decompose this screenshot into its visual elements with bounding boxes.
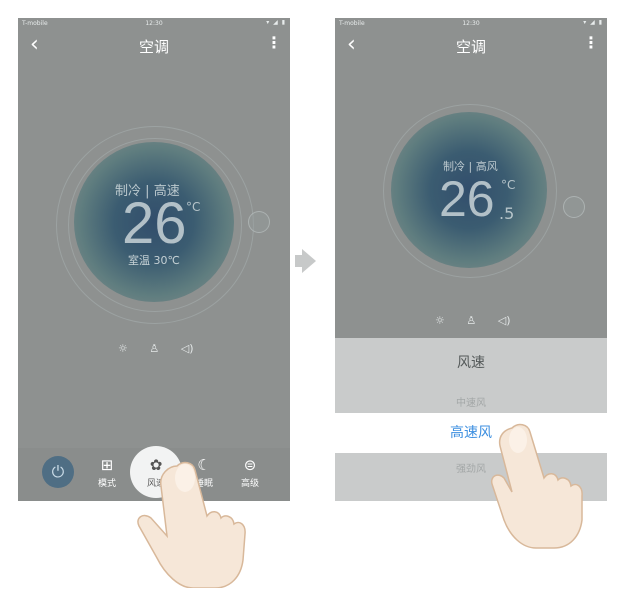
status-bar: T-mobile 12:30 ▾ ◢ ▮ (18, 18, 290, 30)
page-title: 空调 (138, 38, 169, 56)
picker-title: 风速 (457, 355, 485, 371)
page-title: 空调 (455, 38, 486, 56)
room-temperature: 室温 30℃ (128, 254, 180, 267)
bulb-icon[interactable]: ☼ (118, 342, 128, 355)
status-icons: ▾ ◢ ▮ (583, 19, 603, 26)
lock-icon: ♙ (466, 314, 477, 327)
function-icons: ☼ ♙ ◁) (435, 314, 529, 327)
speaker-icon: ◁) (497, 314, 511, 327)
more-icon[interactable]: ⋮ (583, 35, 599, 51)
lock-icon[interactable]: ♙ (149, 342, 159, 355)
hand-pointer-illustration (490, 423, 583, 549)
status-time: 12:30 (145, 20, 163, 27)
grid-icon: ⊞ (100, 456, 114, 474)
temperature-decimal: .5 (499, 204, 515, 223)
nav-mode-label: 模式 (97, 479, 116, 489)
picker-option[interactable]: 中速风 (335, 394, 607, 409)
function-icons: ☼ ♙ ◁) (118, 342, 212, 355)
more-icon[interactable]: ⋮ (266, 35, 282, 51)
bulb-icon: ☼ (435, 314, 445, 327)
hand-pointer-illustration (137, 461, 246, 588)
dial-knob[interactable] (248, 211, 270, 233)
power-button[interactable]: ⏻ (42, 456, 74, 488)
title-bar: ‹ 空调 ⋮ (18, 30, 290, 60)
temperature-value: 26 (439, 171, 495, 227)
nav-mode[interactable]: ⊞ 模式 (87, 456, 127, 489)
status-time: 12:30 (462, 20, 480, 27)
arrow-right-icon (302, 249, 316, 273)
status-icons: ▾ ◢ ▮ (266, 19, 286, 26)
temperature-value: 26 (122, 191, 187, 256)
temperature-unit: °C (501, 178, 516, 192)
title-bar: ‹ 空调 ⋮ (335, 30, 607, 60)
phone-screen-main: T-mobile 12:30 ▾ ◢ ▮ ‹ 空调 ⋮ 制冷 | 高速 26 °… (18, 18, 290, 501)
temperature-unit: °C (186, 200, 201, 214)
speaker-icon[interactable]: ◁) (181, 342, 194, 355)
power-icon: ⏻ (51, 462, 65, 481)
status-bar: T-mobile 12:30 ▾ ◢ ▮ (335, 18, 607, 30)
dial-knob (563, 196, 585, 218)
